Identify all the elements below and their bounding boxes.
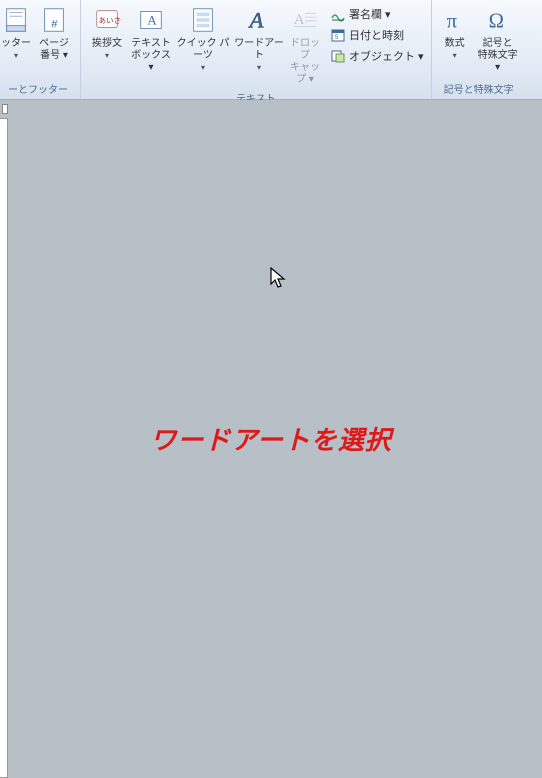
svg-text:A: A bbox=[294, 12, 305, 28]
datetime-button[interactable]: 5 日付と時刻 bbox=[327, 25, 427, 45]
svg-text:Ω: Ω bbox=[488, 11, 503, 33]
greeting-label-1: 挨拶文 bbox=[92, 38, 122, 49]
signature-line-button[interactable]: 署名欄 ▾ bbox=[327, 4, 427, 24]
quickparts-label-1: クイック パーツ bbox=[177, 38, 230, 61]
svg-text:A: A bbox=[147, 13, 157, 28]
group-label-header-footer: ーとフッター bbox=[0, 79, 76, 99]
annotation-text: ワードアートを選択 bbox=[0, 420, 542, 457]
wordart-label-1: ワードアート bbox=[234, 38, 283, 61]
dropdown-icon: ▾ bbox=[14, 51, 18, 60]
svg-text:A: A bbox=[248, 8, 264, 33]
footer-icon bbox=[0, 4, 32, 36]
dropcap-button[interactable]: A ドロップキャップ ▾ bbox=[285, 2, 325, 88]
footer-button[interactable]: ッター ▾ bbox=[0, 2, 32, 64]
page-number-label-2: 番号 ▾ bbox=[40, 50, 68, 61]
datetime-icon: 5 bbox=[330, 27, 346, 43]
page-number-icon: # bbox=[38, 4, 70, 36]
greeting-icon: あいさつ bbox=[91, 4, 123, 36]
ruler-marker bbox=[2, 104, 8, 114]
quickparts-icon bbox=[187, 4, 219, 36]
greeting-button[interactable]: あいさつ 挨拶文 ▾ bbox=[85, 2, 129, 64]
ribbon: ッター ▾ # ページ番号 ▾ ーとフッター あいさつ 挨拶文 ▾ A bbox=[0, 0, 542, 100]
symbol-label-2: 特殊文字 ▾ bbox=[478, 50, 518, 73]
dropdown-icon: ▾ bbox=[453, 51, 457, 60]
svg-text:π: π bbox=[446, 11, 457, 33]
dropcap-label-1: ドロップ bbox=[290, 38, 320, 61]
dropdown-icon: ▾ bbox=[257, 63, 261, 72]
signature-icon bbox=[330, 6, 346, 22]
wordart-icon: A bbox=[243, 4, 275, 36]
textbox-button[interactable]: A テキストボックス ▾ bbox=[129, 2, 173, 76]
equation-button[interactable]: π 数式 ▾ bbox=[436, 2, 474, 64]
textbox-label-1: テキスト bbox=[131, 38, 171, 49]
textbox-label-2: ボックス ▾ bbox=[131, 50, 171, 73]
group-header-footer: ッター ▾ # ページ番号 ▾ ーとフッター bbox=[0, 0, 81, 99]
document-workspace[interactable]: ワードアートを選択 bbox=[0, 100, 542, 692]
wordart-button[interactable]: A ワードアート ▾ bbox=[233, 2, 285, 76]
cursor-icon bbox=[270, 267, 288, 291]
footer-label-1: ッター bbox=[1, 38, 31, 49]
group-symbols: π 数式 ▾ Ω 記号と特殊文字 ▾ 記号と特殊文字 bbox=[432, 0, 526, 99]
svg-text:#: # bbox=[51, 19, 58, 31]
group-text: あいさつ 挨拶文 ▾ A テキストボックス ▾ クイック パーツ ▾ A bbox=[81, 0, 432, 99]
pi-icon: π bbox=[439, 4, 471, 36]
page-number-button[interactable]: # ページ番号 ▾ bbox=[32, 2, 76, 64]
omega-icon: Ω bbox=[482, 4, 514, 36]
symbol-label-1: 記号と bbox=[483, 38, 513, 49]
quickparts-button[interactable]: クイック パーツ ▾ bbox=[173, 2, 233, 76]
object-icon bbox=[330, 48, 346, 64]
page-number-label-1: ページ bbox=[39, 38, 69, 49]
textbox-icon: A bbox=[135, 4, 167, 36]
datetime-label: 日付と時刻 bbox=[349, 27, 404, 43]
dropdown-icon: ▾ bbox=[201, 63, 205, 72]
group-label-symbols: 記号と特殊文字 bbox=[436, 79, 522, 99]
object-button[interactable]: オブジェクト ▾ bbox=[327, 46, 427, 66]
svg-text:あいさつ: あいさつ bbox=[99, 16, 122, 25]
equation-label-1: 数式 bbox=[445, 38, 465, 49]
symbol-button[interactable]: Ω 記号と特殊文字 ▾ bbox=[474, 2, 522, 76]
signature-label: 署名欄 ▾ bbox=[349, 6, 391, 22]
dropdown-icon: ▾ bbox=[105, 51, 109, 60]
dropcap-label-2: キャップ ▾ bbox=[290, 62, 320, 85]
dropcap-icon: A bbox=[289, 4, 321, 36]
object-label: オブジェクト ▾ bbox=[349, 48, 424, 64]
